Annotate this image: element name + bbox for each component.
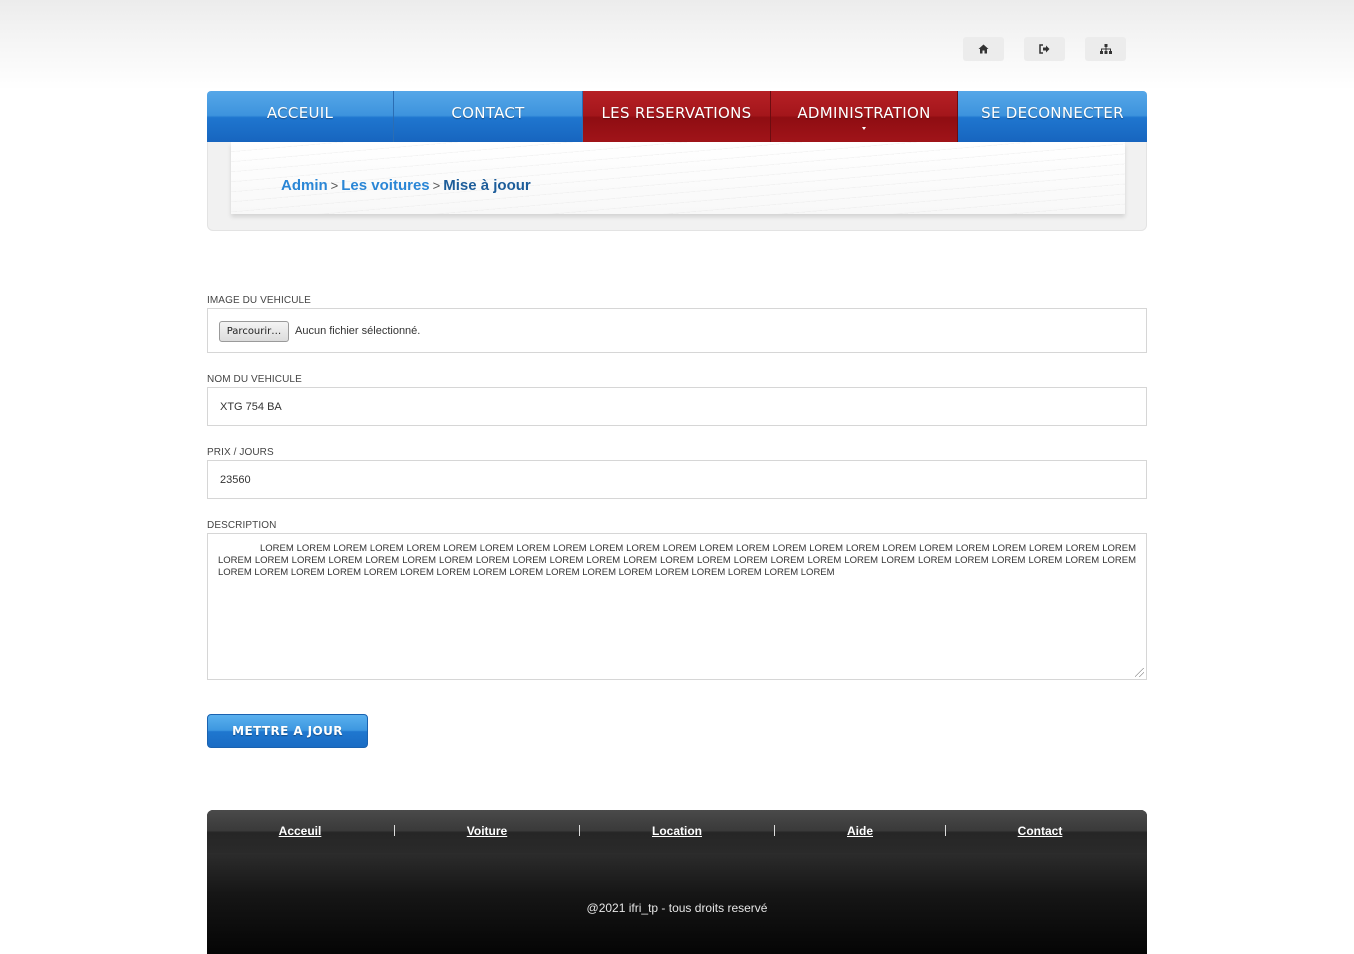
footer-link-voiture[interactable]: Voiture [467, 824, 507, 838]
description-text: LOREM LOREM LOREM LOREM LOREM LOREM LORE… [218, 543, 1136, 578]
caret-down-icon [862, 127, 866, 130]
nav-item-administration[interactable]: ADMINISTRATION [771, 91, 958, 142]
name-label: NOM DU VEHICULE [207, 374, 302, 385]
image-label: IMAGE DU VEHICULE [207, 295, 311, 306]
footer-separator [945, 825, 946, 836]
footer-separator [394, 825, 395, 836]
footer-link-acceuil[interactable]: Acceuil [279, 824, 322, 838]
nav-item-label: ADMINISTRATION [797, 103, 931, 122]
footer-link-aide[interactable]: Aide [847, 824, 873, 838]
description-label: DESCRIPTION [207, 520, 277, 531]
nav-item-label: SE DECONNECTER [981, 103, 1124, 122]
file-status: Aucun fichier sélectionné. [295, 325, 421, 337]
browse-button[interactable]: Parcourir… [219, 321, 289, 342]
breadcrumb: Admin > Les voitures > Mise à joour [281, 177, 531, 194]
vehicle-name-input[interactable]: XTG 754 BA [207, 387, 1147, 426]
footer-link-contact[interactable]: Contact [1018, 824, 1063, 838]
nav-item-reservations[interactable]: LES RESERVATIONS [583, 91, 771, 142]
top-icon-bar [963, 37, 1126, 61]
nav-item-contact[interactable]: CONTACT [394, 91, 583, 142]
image-file-field[interactable]: Parcourir… Aucun fichier sélectionné. [207, 308, 1147, 353]
breadcrumb-current: Mise à joour [443, 177, 531, 194]
price-label: PRIX / JOURS [207, 447, 274, 458]
sitemap-icon[interactable] [1085, 37, 1126, 61]
footer-body: @2021 ifri_tp - tous droits reservé [207, 853, 1147, 954]
breadcrumb-paper: Admin > Les voitures > Mise à joour [231, 142, 1125, 214]
breadcrumb-separator: > [330, 178, 339, 193]
main-nav: ACCEUIL CONTACT LES RESERVATIONS ADMINIS… [207, 91, 1147, 142]
footer-links: Acceuil Voiture Location Aide Contact [207, 810, 1147, 853]
nav-item-label: LES RESERVATIONS [601, 103, 752, 122]
sign-out-icon[interactable] [1024, 37, 1065, 61]
top-bar [0, 0, 1354, 90]
breadcrumb-link-admin[interactable]: Admin [281, 177, 328, 194]
copyright: @2021 ifri_tp - tous droits reservé [586, 901, 768, 915]
breadcrumb-separator: > [432, 178, 441, 193]
nav-item-label: CONTACT [451, 103, 525, 122]
footer-separator [579, 825, 580, 836]
resize-grip-icon[interactable] [1135, 668, 1144, 677]
home-icon[interactable] [963, 37, 1004, 61]
description-textarea[interactable]: LOREM LOREM LOREM LOREM LOREM LOREM LORE… [207, 533, 1147, 680]
price-input[interactable]: 23560 [207, 460, 1147, 499]
footer-separator [774, 825, 775, 836]
update-button[interactable]: METTRE A JOUR [207, 714, 368, 748]
breadcrumb-link-voitures[interactable]: Les voitures [341, 177, 429, 194]
breadcrumb-panel: Admin > Les voitures > Mise à joour [207, 142, 1147, 231]
nav-item-acceuil[interactable]: ACCEUIL [207, 91, 394, 142]
nav-item-label: ACCEUIL [266, 103, 334, 122]
footer: Acceuil Voiture Location Aide Contact @2… [207, 810, 1147, 954]
footer-link-location[interactable]: Location [652, 824, 702, 838]
nav-item-se-deconnecter[interactable]: SE DECONNECTER [958, 91, 1147, 142]
